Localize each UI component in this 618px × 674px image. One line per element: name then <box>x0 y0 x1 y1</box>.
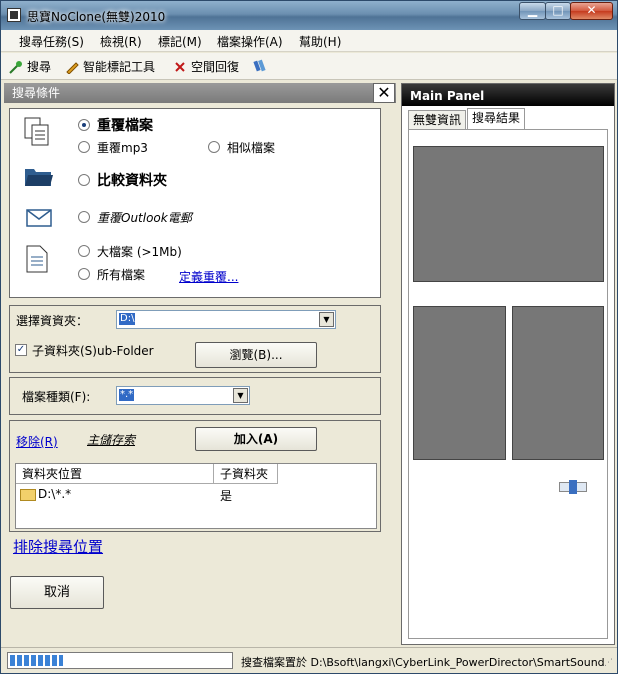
dup-files-radio[interactable] <box>78 119 90 131</box>
row-subfolder: 是 <box>220 489 233 503</box>
search-type-box: 重覆檔案 重覆mp3 相似檔案 比較資料夾 重覆Outlook電郵 大檔案 (>… <box>9 108 381 298</box>
results-area <box>408 129 608 639</box>
menu-mark[interactable]: 標記(M) <box>158 33 202 50</box>
compare-folder-label[interactable]: 比較資料夾 <box>97 170 167 190</box>
column-header-folder[interactable]: 資料夾位置 <box>16 464 214 484</box>
large-files-radio[interactable] <box>78 245 90 257</box>
resize-grip-icon[interactable]: ⋰ <box>604 658 613 668</box>
table-row[interactable]: D:\*.* 是 <box>20 487 370 503</box>
tab-info[interactable]: 無雙資訊 <box>408 110 467 129</box>
folder-select-box: 選擇資資夾： D:\ ▼ ✓ 子資料夾(S)ub-Folder 瀏覽(B)... <box>9 305 381 373</box>
master-storage-link[interactable]: 主儲存索 <box>87 431 135 448</box>
folder-value: D:\ <box>119 313 136 325</box>
menu-bar: 搜尋任務(S) 檢視(R) 標記(M) 檔案操作(A) 幫助(H) <box>1 30 617 52</box>
dup-outlook-radio[interactable] <box>78 211 90 223</box>
large-files-label[interactable]: 大檔案 (>1Mb) <box>97 243 182 260</box>
smart-mark-label: 智能標記工具 <box>83 60 156 74</box>
folder-icon <box>20 489 36 501</box>
folder-label: 選擇資資夾： <box>16 314 89 328</box>
dup-outlook-label[interactable]: 重覆Outlook電郵 <box>97 209 192 226</box>
panel-close-button[interactable]: ✕ <box>373 83 395 103</box>
delete-x-icon <box>175 61 185 72</box>
progress-bar <box>7 652 233 669</box>
menu-file-ops[interactable]: 檔案操作(A) <box>217 33 283 50</box>
search-tool-label: 搜尋 <box>27 60 52 74</box>
menu-view[interactable]: 檢視(R) <box>100 33 142 50</box>
column-header-subfolder[interactable]: 子資料夾 <box>214 464 278 484</box>
similar-files-radio[interactable] <box>208 141 220 153</box>
copy-document-icon <box>24 117 49 146</box>
status-text: 搜查檔案置於 D:\Bsoft\langxi\CyberLink_PowerDi… <box>241 656 605 669</box>
file-type-box: 檔案種類(F): *.* ▼ <box>9 377 381 415</box>
browse-button[interactable]: 瀏覽(B)... <box>195 342 317 368</box>
define-dup-link[interactable]: 定義重覆... <box>179 268 238 285</box>
search-tool-button[interactable]: 搜尋 <box>9 58 51 75</box>
window-title: 思寶NoClone(無雙)2010 <box>27 10 166 24</box>
toolbar: 搜尋 智能標記工具 空間回復 <box>1 53 617 80</box>
compare-folder-radio[interactable] <box>78 174 90 186</box>
books-icon <box>253 59 266 72</box>
all-files-label[interactable]: 所有檔案 <box>97 266 145 283</box>
file-type-label: 檔案種類(F): <box>22 390 91 404</box>
main-panel: Main Panel 無雙資訊 搜尋結果 <box>401 83 615 645</box>
status-bar: 搜查檔案置於 D:\Bsoft\langxi\CyberLink_PowerDi… <box>1 647 617 673</box>
file-type-value: *.* <box>119 389 135 401</box>
add-button[interactable]: 加入(A) <box>195 427 317 451</box>
search-locations-box: 移除(R) 主儲存索 加入(A) 資料夾位置 子資料夾 D:\*.* 是 <box>9 420 381 532</box>
search-conditions-panel: 搜尋條件 ✕ 重覆檔案 重覆mp3 相似檔案 比較資料夾 重覆Outlook電郵 <box>4 83 396 645</box>
magic-wand-icon <box>9 60 22 74</box>
dup-mp3-radio[interactable] <box>78 141 90 153</box>
maximize-button[interactable]: □ <box>545 2 571 20</box>
menu-help[interactable]: 幫助(H) <box>299 33 341 50</box>
main-panel-header: Main Panel <box>402 84 614 106</box>
panel-header: 搜尋條件 <box>4 83 396 103</box>
chevron-down-icon[interactable]: ▼ <box>319 312 334 327</box>
dup-mp3-label[interactable]: 重覆mp3 <box>97 139 148 156</box>
chevron-down-icon[interactable]: ▼ <box>233 388 248 403</box>
close-button[interactable]: ✕ <box>570 2 613 20</box>
menu-search-task[interactable]: 搜尋任務(S) <box>19 33 84 50</box>
similar-files-label[interactable]: 相似檔案 <box>227 139 275 156</box>
smart-mark-button[interactable]: 智能標記工具 <box>65 58 155 75</box>
preview-pane-main <box>413 146 604 282</box>
space-recover-label: 空間回復 <box>191 60 240 74</box>
folder-combo[interactable]: D:\ ▼ <box>116 310 336 329</box>
all-files-radio[interactable] <box>78 268 90 280</box>
row-path: D:\*.* <box>38 487 72 501</box>
pencil-icon <box>66 61 79 74</box>
progress-fill <box>10 655 63 666</box>
remove-link[interactable]: 移除(R) <box>16 433 58 450</box>
folder-icon <box>25 169 53 186</box>
preview-pane-left <box>413 306 506 460</box>
tab-search-results[interactable]: 搜尋結果 <box>467 108 526 129</box>
email-icon <box>26 209 52 227</box>
title-bar[interactable]: 思寶NoClone(無雙)2010 ▁ □ ✕ <box>1 1 617 30</box>
minimize-button[interactable]: ▁ <box>519 2 546 20</box>
exclude-locations-link[interactable]: 排除搜尋位置 <box>13 536 103 557</box>
app-window: 思寶NoClone(無雙)2010 ▁ □ ✕ 搜尋任務(S) 檢視(R) 標記… <box>0 0 618 674</box>
locations-list[interactable]: 資料夾位置 子資料夾 D:\*.* 是 <box>15 463 377 529</box>
subfolder-label[interactable]: 子資料夾(S)ub-Folder <box>32 342 154 359</box>
document-icon <box>26 245 48 273</box>
books-tool-button[interactable] <box>253 58 271 72</box>
dup-files-label[interactable]: 重覆檔案 <box>97 115 153 135</box>
app-icon[interactable] <box>7 8 21 22</box>
file-type-combo[interactable]: *.* ▼ <box>116 386 250 405</box>
cancel-button[interactable]: 取消 <box>10 576 104 609</box>
splitter-handle-icon[interactable] <box>559 480 587 494</box>
subfolder-checkbox[interactable]: ✓ <box>15 344 27 356</box>
preview-pane-right <box>512 306 604 460</box>
space-recover-button[interactable]: 空間回復 <box>173 58 239 75</box>
